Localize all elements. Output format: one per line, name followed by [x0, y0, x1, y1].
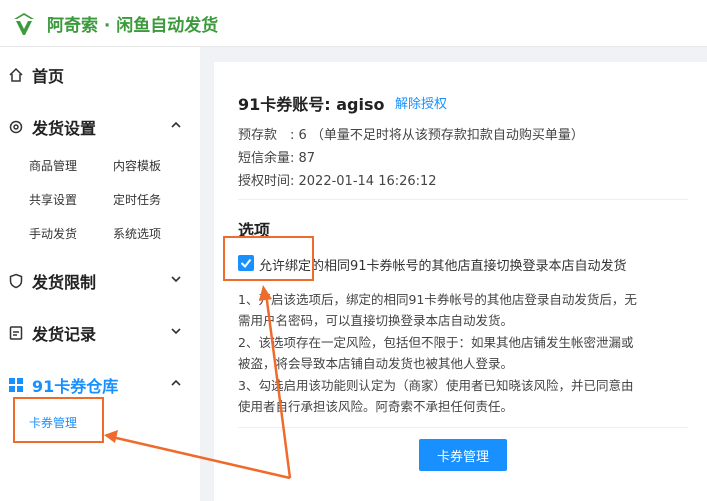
arrow-to-sidebar-item — [111, 435, 291, 480]
arrow-head — [259, 285, 272, 301]
arrow-to-checkbox — [264, 292, 292, 479]
arrow-head — [104, 430, 118, 443]
annotation-arrows — [104, 285, 292, 480]
